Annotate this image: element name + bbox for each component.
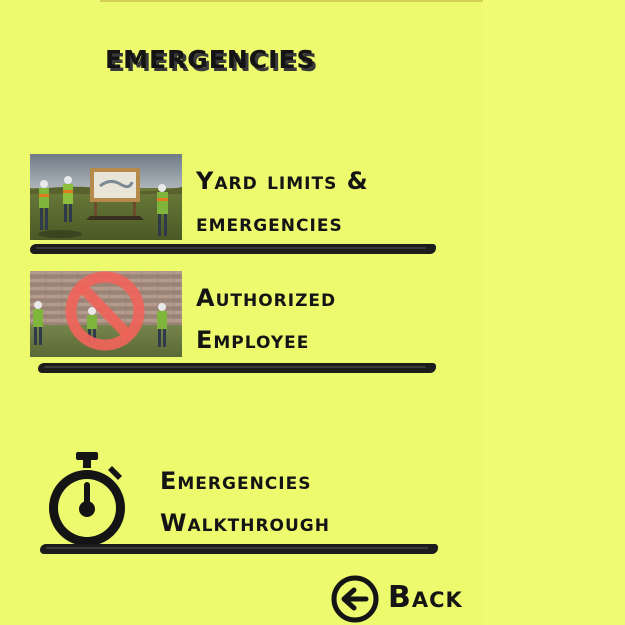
menu-item-label: Authorized Employee bbox=[196, 277, 436, 361]
page-title: Emergencies bbox=[105, 36, 316, 77]
walkthrough-label: Emergencies Walkthrough bbox=[160, 460, 330, 544]
arrow-left-circle-icon bbox=[331, 575, 379, 623]
divider-brush-stroke bbox=[38, 363, 436, 373]
walkthrough-label-line1: Emergencies bbox=[160, 467, 312, 495]
walkthrough-label-line2: Walkthrough bbox=[160, 509, 330, 537]
back-button[interactable]: Back bbox=[330, 574, 480, 624]
menu-item-label-line1: Authorized bbox=[196, 284, 337, 312]
prohibited-sign-workers-thumbnail bbox=[30, 271, 182, 357]
emergencies-walkthrough-button[interactable]: Emergencies Walkthrough bbox=[40, 452, 440, 554]
menu-item-yard-limits[interactable]: Yard limits & emergencies bbox=[30, 154, 440, 254]
divider-brush-stroke bbox=[30, 244, 436, 254]
menu-item-label-line2: Employee bbox=[196, 326, 310, 354]
menu-item-label-line2: emergencies bbox=[196, 209, 343, 237]
workers-with-signboard-thumbnail bbox=[30, 154, 182, 240]
divider-brush-stroke bbox=[40, 544, 438, 554]
right-margin-band bbox=[482, 0, 625, 625]
stopwatch-icon bbox=[49, 452, 125, 546]
top-divider bbox=[100, 0, 483, 2]
menu-item-authorized-employee[interactable]: Authorized Employee bbox=[30, 271, 440, 375]
back-label: Back bbox=[388, 580, 463, 615]
menu-item-label: Yard limits & emergencies bbox=[196, 160, 436, 244]
menu-item-label-line1: Yard limits & bbox=[196, 167, 369, 195]
